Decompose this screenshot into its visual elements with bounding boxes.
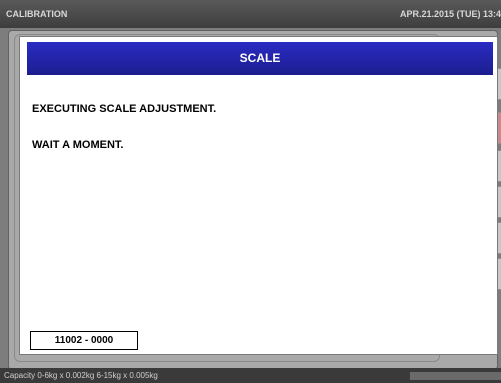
date-time: APR.21.2015 (TUE) 13:4 — [399, 9, 501, 19]
screen-title: CALIBRATION — [6, 9, 68, 19]
error-code-box: 11002 - 0000 — [30, 331, 138, 350]
scale-dialog: SCALE EXECUTING SCALE ADJUSTMENT. WAIT A… — [19, 36, 498, 355]
title-bar: CALIBRATION APR.21.2015 (TUE) 13:4 — [0, 0, 501, 28]
progress-track — [410, 372, 501, 380]
wait-message: WAIT A MOMENT. — [32, 139, 124, 151]
capacity-text: Capacity 0-6kg x 0.002kg 6-15kg x 0.005k… — [4, 371, 158, 380]
dialog-title: SCALE — [27, 42, 493, 75]
status-bar: Capacity 0-6kg x 0.002kg 6-15kg x 0.005k… — [0, 368, 501, 383]
status-message: EXECUTING SCALE ADJUSTMENT. — [32, 103, 217, 115]
